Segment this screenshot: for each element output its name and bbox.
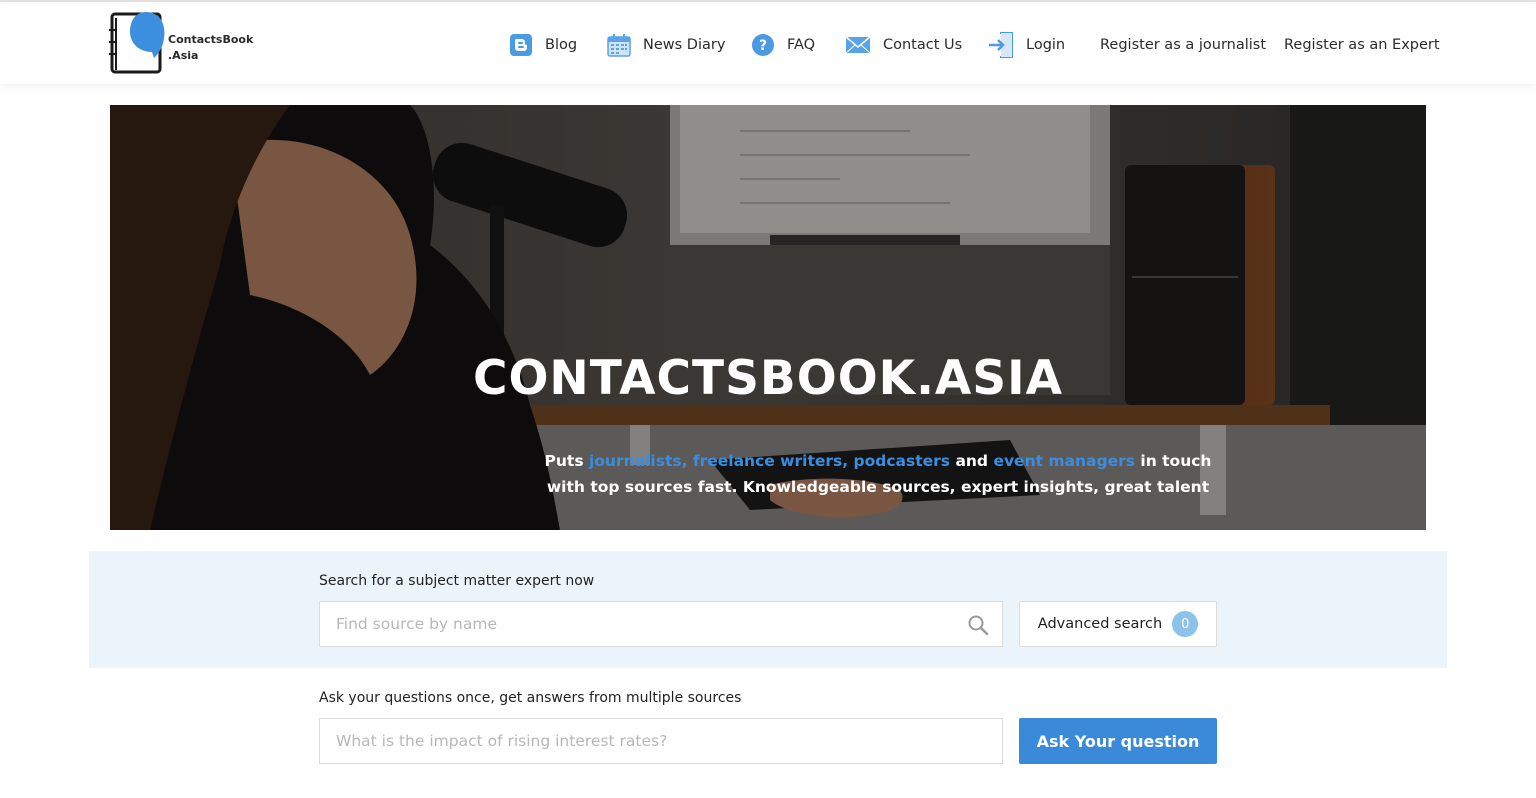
nav-blog-label: Blog xyxy=(545,37,578,53)
hero-sub-link-journalists[interactable]: journalists, freelance writers, podcaste… xyxy=(589,452,950,470)
site-header: ContactsBook .Asia Blog News Diary ? FAQ… xyxy=(0,2,1536,84)
calendar-icon xyxy=(607,34,631,57)
search-input[interactable]: Find source by name xyxy=(319,601,1003,647)
nav-register-expert[interactable]: Register as an Expert xyxy=(1284,28,1440,62)
nav-news-diary[interactable]: News Diary xyxy=(607,28,725,62)
svg-text:?: ? xyxy=(759,38,767,54)
search-label: Search for a subject matter expert now xyxy=(319,573,595,589)
advanced-search-button[interactable]: Advanced search 0 xyxy=(1019,601,1217,647)
nav-contact-us[interactable]: Contact Us xyxy=(845,28,962,62)
search-icon[interactable] xyxy=(966,613,990,637)
nav-register-journalist[interactable]: Register as a journalist xyxy=(1100,28,1266,62)
hero-title: CONTACTSBOOK.ASIA xyxy=(472,351,1064,406)
logo-line1: ContactsBook xyxy=(168,33,254,46)
question-input[interactable]: What is the impact of rising interest ra… xyxy=(319,718,1003,764)
nav-login[interactable]: Login xyxy=(988,28,1065,62)
advanced-search-label: Advanced search xyxy=(1037,616,1163,632)
nav-faq-label: FAQ xyxy=(787,37,816,53)
nav-register-journalist-label: Register as a journalist xyxy=(1100,37,1267,53)
question-icon: ? xyxy=(752,34,774,56)
hero-sub-link-event-managers[interactable]: event managers xyxy=(993,452,1135,470)
ask-label: Ask your questions once, get answers fro… xyxy=(319,690,742,706)
nav-contact-us-label: Contact Us xyxy=(883,37,963,53)
advanced-search-count-badge: 0 xyxy=(1172,611,1199,637)
nav-faq[interactable]: ? FAQ xyxy=(751,28,815,62)
search-placeholder: Find source by name xyxy=(336,615,497,633)
hero-subtitle: Puts journalists, freelance writers, pod… xyxy=(528,448,1228,500)
nav-blog[interactable]: Blog xyxy=(509,28,577,62)
hero-sub-and: and xyxy=(950,452,994,470)
nav-login-label: Login xyxy=(1026,37,1066,53)
hero-banner: CONTACTSBOOK.ASIA Puts journalists, free… xyxy=(110,105,1426,530)
logo-text: ContactsBook .Asia xyxy=(168,32,253,64)
envelope-icon xyxy=(845,36,871,54)
question-placeholder: What is the impact of rising interest ra… xyxy=(336,732,668,750)
logo-line2: .Asia xyxy=(168,49,199,62)
hero-sub-puts: Puts xyxy=(544,452,589,470)
nav-news-diary-label: News Diary xyxy=(643,37,726,53)
blogger-icon xyxy=(510,34,532,56)
ask-question-button[interactable]: Ask Your question xyxy=(1019,718,1217,764)
login-icon xyxy=(989,32,1013,58)
nav-register-expert-label: Register as an Expert xyxy=(1284,37,1440,53)
